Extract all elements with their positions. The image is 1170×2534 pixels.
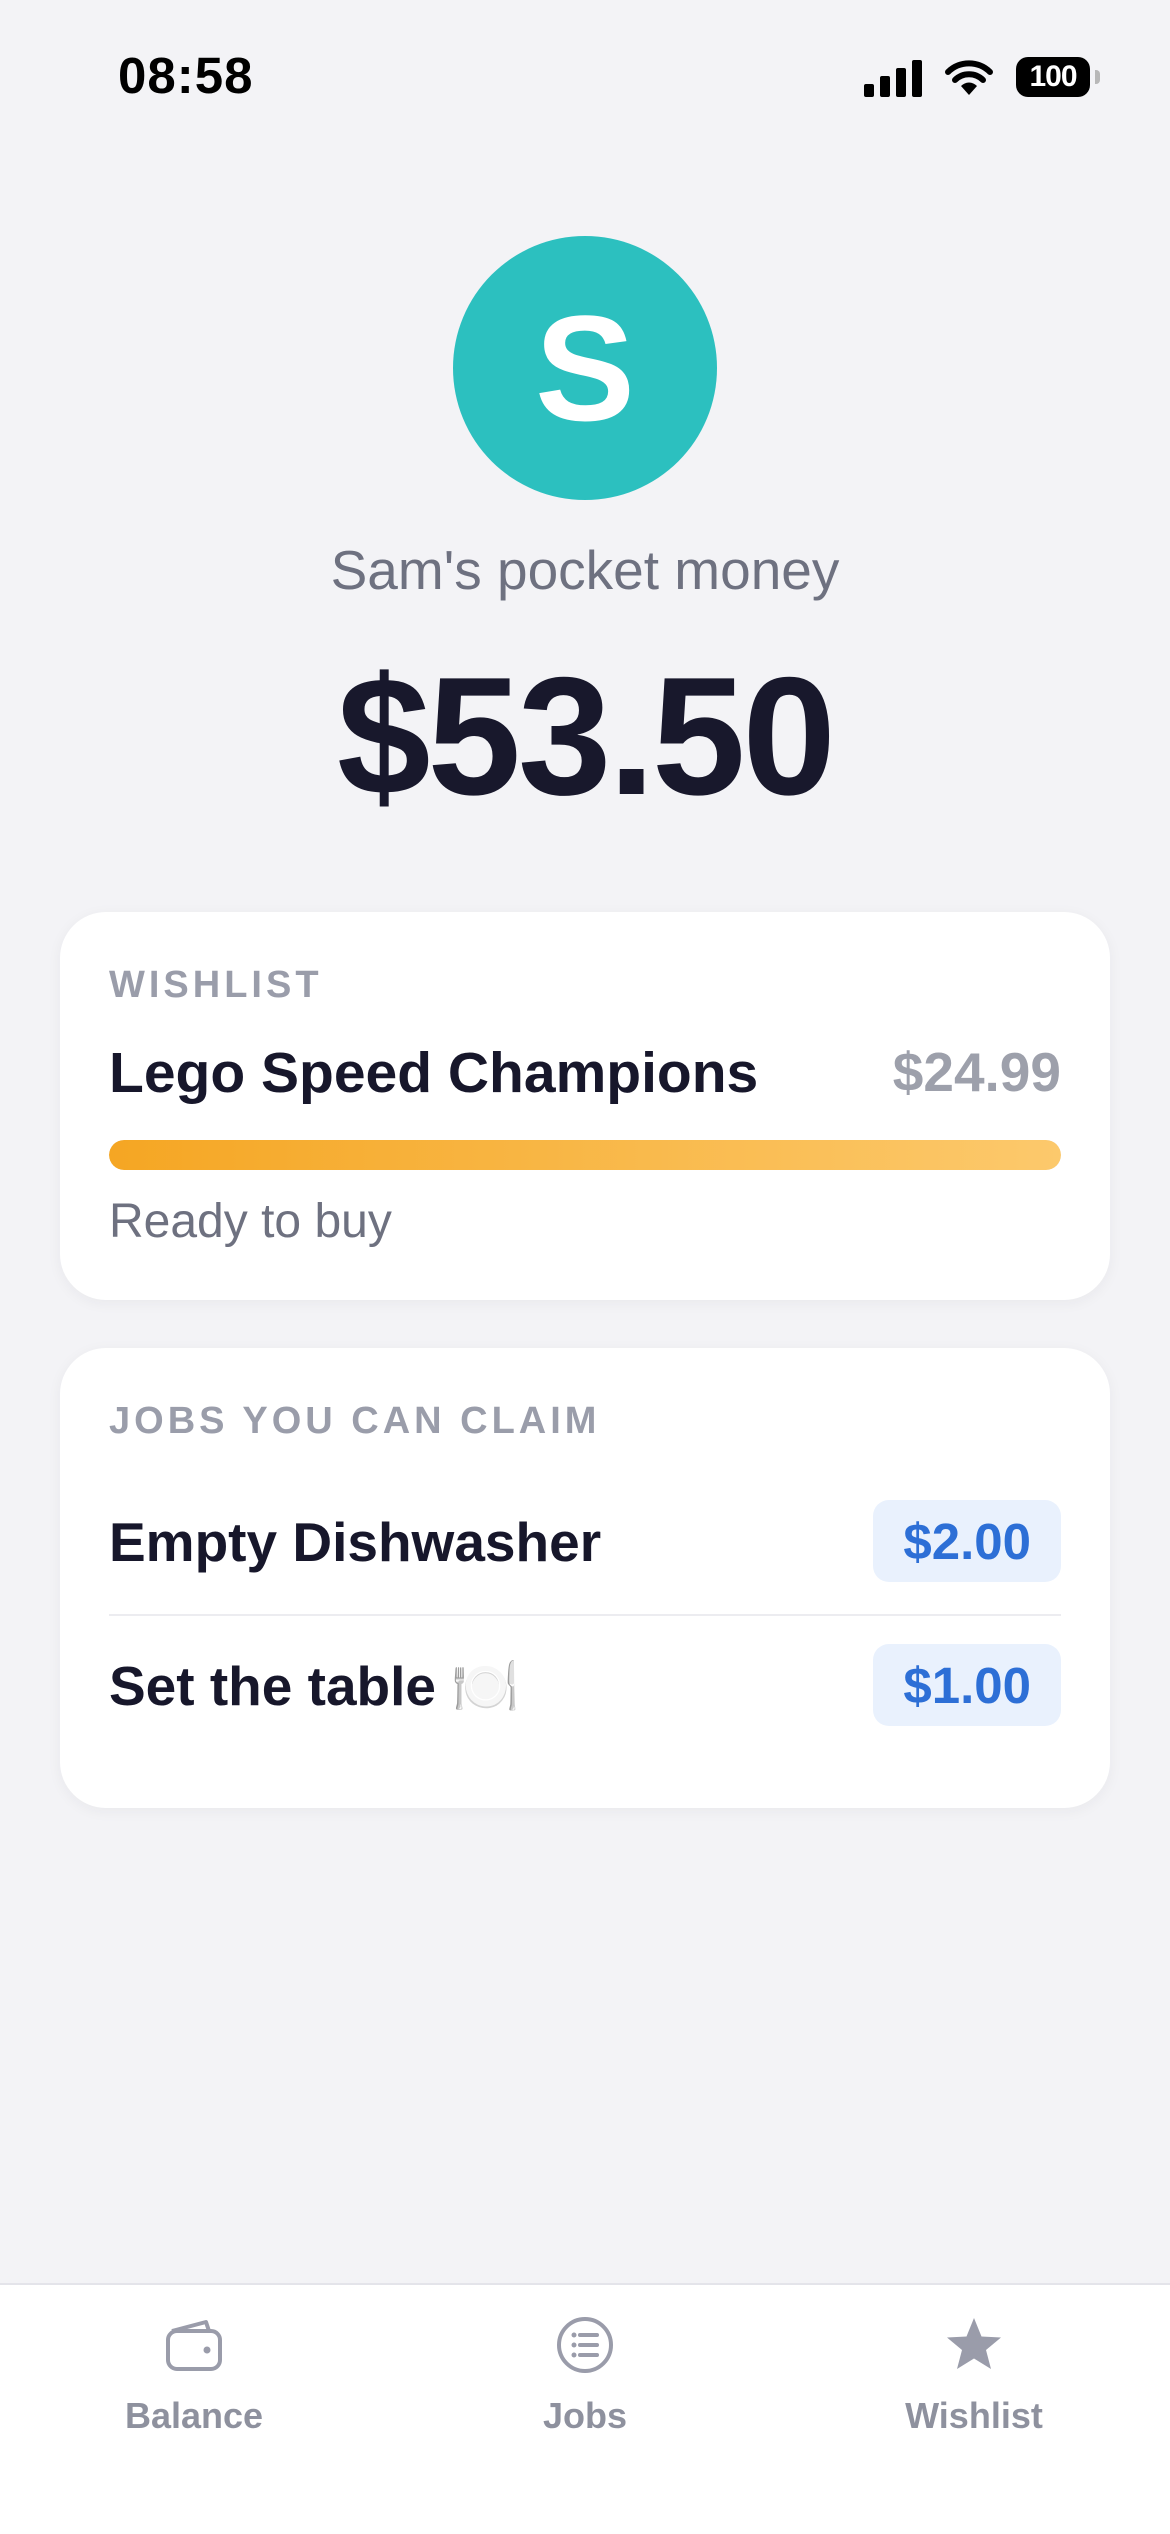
job-row[interactable]: Set the table 🍽️ $1.00 <box>109 1616 1061 1758</box>
status-time: 08:58 <box>118 47 254 104</box>
status-bar: 08:58 100 <box>0 0 1170 150</box>
battery-icon: 100 <box>1016 57 1100 97</box>
wishlist-progress-fill <box>109 1140 1061 1170</box>
job-name: Empty Dishwasher <box>109 1511 602 1573</box>
balance-amount: $53.50 <box>337 642 836 830</box>
tab-wishlist[interactable]: Wishlist <box>864 2313 1084 2453</box>
job-reward-button[interactable]: $1.00 <box>873 1644 1061 1726</box>
cellular-signal-icon <box>864 57 922 97</box>
wishlist-card[interactable]: WISHLIST Lego Speed Champions $24.99 Rea… <box>60 912 1110 1300</box>
tab-wishlist-label: Wishlist <box>905 2395 1043 2436</box>
wifi-icon <box>945 60 993 95</box>
jobs-card: JOBS YOU CAN CLAIM Empty Dishwasher $2.0… <box>60 1348 1110 1808</box>
tab-bar: Balance Jobs Wishlist <box>0 2283 1170 2534</box>
job-reward-button[interactable]: $2.00 <box>873 1500 1061 1582</box>
job-row[interactable]: Empty Dishwasher $2.00 <box>109 1472 1061 1616</box>
job-name: Set the table 🍽️ <box>109 1655 520 1717</box>
wishlist-item-name: Lego Speed Champions <box>109 1041 759 1105</box>
avatar: S <box>453 236 717 500</box>
tab-balance-label: Balance <box>124 2395 264 2436</box>
tab-jobs-label: Jobs <box>542 2395 628 2436</box>
wishlist-label: WISHLIST <box>109 964 323 1006</box>
wishlist-progress-bar <box>109 1140 1061 1170</box>
star-icon <box>947 2318 1001 2369</box>
jobs-label: JOBS YOU CAN CLAIM <box>109 1400 601 1442</box>
list-icon <box>557 2317 613 2373</box>
tab-balance[interactable]: Balance <box>84 2313 304 2453</box>
tab-jobs[interactable]: Jobs <box>475 2313 695 2453</box>
status-icons: 100 <box>864 52 1100 102</box>
page-title: Sam's pocket money <box>330 539 840 601</box>
wishlist-item-price: $24.99 <box>892 1041 1061 1103</box>
wallet-icon <box>166 2320 222 2371</box>
wishlist-status: Ready to buy <box>109 1195 392 1248</box>
